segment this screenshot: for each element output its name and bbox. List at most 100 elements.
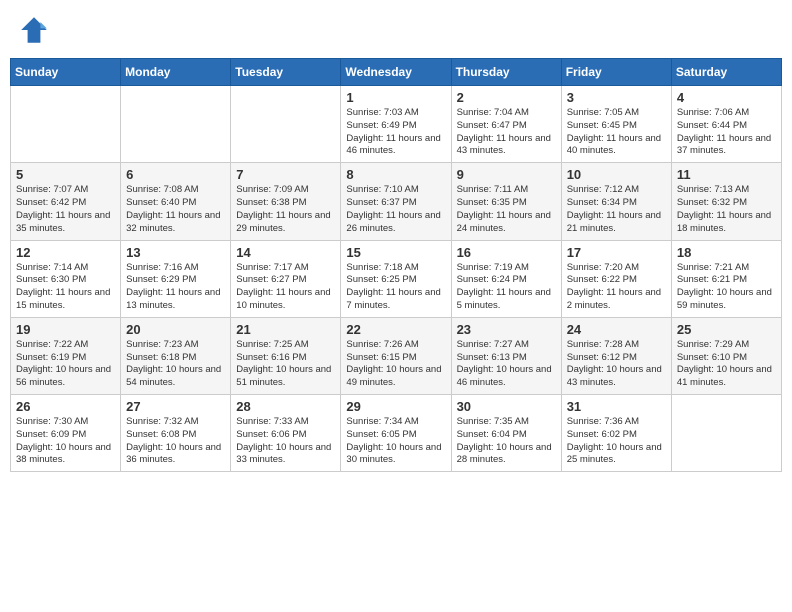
day-number-4: 4 [677, 90, 776, 105]
day-number-30: 30 [457, 399, 556, 414]
day-cell-12: 12 Sunrise: 7:14 AMSunset: 6:30 PMDayligh… [11, 240, 121, 317]
day-info-25: Sunrise: 7:29 AMSunset: 6:10 PMDaylight:… [677, 339, 776, 390]
day-cell-29: 29Sunrise: 7:34 AMSunset: 6:05 PMDayligh… [341, 395, 451, 472]
day-number-21: 21 [236, 322, 335, 337]
day-info-6: Sunrise: 7:08 AMSunset: 6:40 PMDaylight:… [126, 184, 225, 235]
week-row-3: 19 Sunrise: 7:22 AMSunset: 6:19 PMDayligh… [11, 317, 782, 394]
day-info-19: Sunrise: 7:22 AMSunset: 6:19 PMDaylight:… [16, 339, 115, 390]
page: SundayMondayTuesdayWednesdayThursdayFrid… [0, 0, 792, 482]
day-info-11: Sunrise: 7:13 AMSunset: 6:32 PMDaylight:… [677, 184, 776, 235]
day-number-6: 6 [126, 167, 225, 182]
day-number-11: 11 [677, 167, 776, 182]
day-cell-19: 19 Sunrise: 7:22 AMSunset: 6:19 PMDayligh… [11, 317, 121, 394]
day-number-2: 2 [457, 90, 556, 105]
day-info-27: Sunrise: 7:32 AMSunset: 6:08 PMDaylight:… [126, 416, 225, 467]
day-cell-13: 13Sunrise: 7:16 AMSunset: 6:29 PMDayligh… [121, 240, 231, 317]
day-info-17: Sunrise: 7:20 AMSunset: 6:22 PMDaylight:… [567, 262, 666, 313]
day-number-31: 31 [567, 399, 666, 414]
day-cell-8: 8 Sunrise: 7:10 AMSunset: 6:37 PMDaylight… [341, 163, 451, 240]
day-number-12: 12 [16, 245, 115, 260]
week-row-4: 26 Sunrise: 7:30 AMSunset: 6:09 PMDayligh… [11, 395, 782, 472]
day-number-29: 29 [346, 399, 445, 414]
day-info-30: Sunrise: 7:35 AMSunset: 6:04 PMDaylight:… [457, 416, 556, 467]
header-tuesday: Tuesday [231, 59, 341, 86]
day-cell-21: 21 Sunrise: 7:25 AMSunset: 6:16 PMDayligh… [231, 317, 341, 394]
day-cell-24: 24Sunrise: 7:28 AMSunset: 6:12 PMDayligh… [561, 317, 671, 394]
day-info-8: Sunrise: 7:10 AMSunset: 6:37 PMDaylight:… [346, 184, 445, 235]
day-number-26: 26 [16, 399, 115, 414]
day-cell-1: 1 Sunrise: 7:03 AMSunset: 6:49 PMDaylight… [341, 86, 451, 163]
day-info-20: Sunrise: 7:23 AMSunset: 6:18 PMDaylight:… [126, 339, 225, 390]
day-number-18: 18 [677, 245, 776, 260]
day-number-5: 5 [16, 167, 115, 182]
day-number-23: 23 [457, 322, 556, 337]
day-info-4: Sunrise: 7:06 AMSunset: 6:44 PMDaylight:… [677, 107, 776, 158]
day-info-2: Sunrise: 7:04 AMSunset: 6:47 PMDaylight:… [457, 107, 556, 158]
calendar-header-row: SundayMondayTuesdayWednesdayThursdayFrid… [11, 59, 782, 86]
day-info-22: Sunrise: 7:26 AMSunset: 6:15 PMDaylight:… [346, 339, 445, 390]
empty-cell [231, 86, 341, 163]
header [10, 10, 782, 50]
day-number-7: 7 [236, 167, 335, 182]
day-info-28: Sunrise: 7:33 AMSunset: 6:06 PMDaylight:… [236, 416, 335, 467]
day-number-27: 27 [126, 399, 225, 414]
empty-cell [121, 86, 231, 163]
day-number-16: 16 [457, 245, 556, 260]
day-cell-16: 16 Sunrise: 7:19 AMSunset: 6:24 PMDayligh… [451, 240, 561, 317]
day-info-9: Sunrise: 7:11 AMSunset: 6:35 PMDaylight:… [457, 184, 556, 235]
day-number-1: 1 [346, 90, 445, 105]
day-number-22: 22 [346, 322, 445, 337]
day-info-21: Sunrise: 7:25 AMSunset: 6:16 PMDaylight:… [236, 339, 335, 390]
week-row-2: 12 Sunrise: 7:14 AMSunset: 6:30 PMDayligh… [11, 240, 782, 317]
day-cell-10: 10 Sunrise: 7:12 AMSunset: 6:34 PMDayligh… [561, 163, 671, 240]
day-info-24: Sunrise: 7:28 AMSunset: 6:12 PMDaylight:… [567, 339, 666, 390]
empty-cell [671, 395, 781, 472]
day-cell-25: 25 Sunrise: 7:29 AMSunset: 6:10 PMDayligh… [671, 317, 781, 394]
logo-icon [18, 14, 50, 46]
week-row-1: 5 Sunrise: 7:07 AMSunset: 6:42 PMDaylight… [11, 163, 782, 240]
day-info-7: Sunrise: 7:09 AMSunset: 6:38 PMDaylight:… [236, 184, 335, 235]
day-cell-14: 14 Sunrise: 7:17 AMSunset: 6:27 PMDayligh… [231, 240, 341, 317]
day-cell-9: 9Sunrise: 7:11 AMSunset: 6:35 PMDaylight… [451, 163, 561, 240]
day-number-19: 19 [16, 322, 115, 337]
calendar-table: SundayMondayTuesdayWednesdayThursdayFrid… [10, 58, 782, 472]
day-cell-22: 22 Sunrise: 7:26 AMSunset: 6:15 PMDayligh… [341, 317, 451, 394]
header-sunday: Sunday [11, 59, 121, 86]
day-info-26: Sunrise: 7:30 AMSunset: 6:09 PMDaylight:… [16, 416, 115, 467]
day-cell-18: 18Sunrise: 7:21 AMSunset: 6:21 PMDayligh… [671, 240, 781, 317]
day-cell-31: 31Sunrise: 7:36 AMSunset: 6:02 PMDayligh… [561, 395, 671, 472]
header-wednesday: Wednesday [341, 59, 451, 86]
day-cell-11: 11 Sunrise: 7:13 AMSunset: 6:32 PMDayligh… [671, 163, 781, 240]
day-cell-2: 2 Sunrise: 7:04 AMSunset: 6:47 PMDaylight… [451, 86, 561, 163]
day-number-3: 3 [567, 90, 666, 105]
day-cell-27: 27 Sunrise: 7:32 AMSunset: 6:08 PMDayligh… [121, 395, 231, 472]
day-cell-20: 20 Sunrise: 7:23 AMSunset: 6:18 PMDayligh… [121, 317, 231, 394]
day-cell-4: 4 Sunrise: 7:06 AMSunset: 6:44 PMDaylight… [671, 86, 781, 163]
day-number-15: 15 [346, 245, 445, 260]
week-row-0: 1 Sunrise: 7:03 AMSunset: 6:49 PMDaylight… [11, 86, 782, 163]
day-info-14: Sunrise: 7:17 AMSunset: 6:27 PMDaylight:… [236, 262, 335, 313]
day-cell-30: 30 Sunrise: 7:35 AMSunset: 6:04 PMDayligh… [451, 395, 561, 472]
day-info-15: Sunrise: 7:18 AMSunset: 6:25 PMDaylight:… [346, 262, 445, 313]
day-cell-3: 3 Sunrise: 7:05 AMSunset: 6:45 PMDaylight… [561, 86, 671, 163]
header-thursday: Thursday [451, 59, 561, 86]
header-friday: Friday [561, 59, 671, 86]
day-number-8: 8 [346, 167, 445, 182]
day-number-10: 10 [567, 167, 666, 182]
day-info-12: Sunrise: 7:14 AMSunset: 6:30 PMDaylight:… [16, 262, 115, 313]
day-cell-7: 7 Sunrise: 7:09 AMSunset: 6:38 PMDaylight… [231, 163, 341, 240]
header-monday: Monday [121, 59, 231, 86]
header-saturday: Saturday [671, 59, 781, 86]
day-number-17: 17 [567, 245, 666, 260]
day-info-16: Sunrise: 7:19 AMSunset: 6:24 PMDaylight:… [457, 262, 556, 313]
day-number-25: 25 [677, 322, 776, 337]
day-number-28: 28 [236, 399, 335, 414]
day-info-5: Sunrise: 7:07 AMSunset: 6:42 PMDaylight:… [16, 184, 115, 235]
day-number-14: 14 [236, 245, 335, 260]
day-number-13: 13 [126, 245, 225, 260]
day-info-3: Sunrise: 7:05 AMSunset: 6:45 PMDaylight:… [567, 107, 666, 158]
day-number-20: 20 [126, 322, 225, 337]
day-info-10: Sunrise: 7:12 AMSunset: 6:34 PMDaylight:… [567, 184, 666, 235]
day-info-1: Sunrise: 7:03 AMSunset: 6:49 PMDaylight:… [346, 107, 445, 158]
empty-cell [11, 86, 121, 163]
